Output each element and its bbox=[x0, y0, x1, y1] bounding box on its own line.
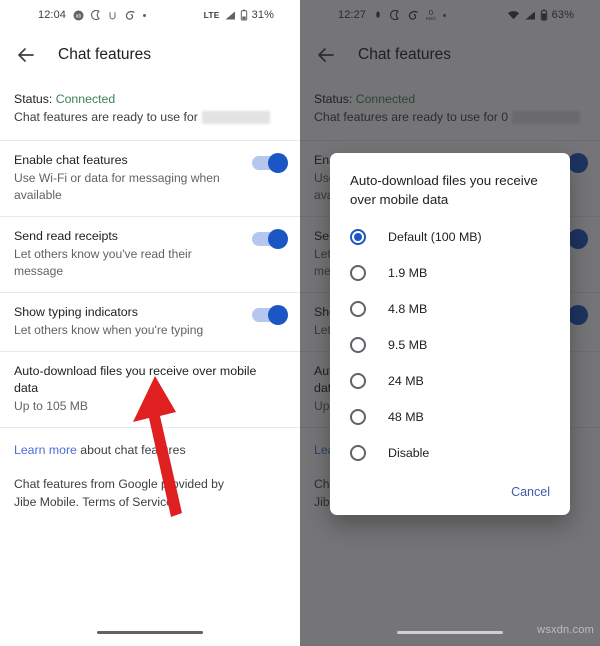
option-label: 24 MB bbox=[388, 374, 424, 388]
dialog-title: Auto-download files you receive over mob… bbox=[350, 173, 538, 207]
option-label: 48 MB bbox=[388, 410, 424, 424]
status-ready-line: Chat features are ready to use for bbox=[14, 108, 286, 126]
status-label: Status: bbox=[14, 92, 53, 106]
left-status-bar: 12:04 ab LTE 31% bbox=[0, 0, 300, 30]
option-label: 4.8 MB bbox=[388, 302, 428, 316]
learn-more-rest: about chat features bbox=[76, 443, 186, 457]
setting-row-auto-download[interactable]: Auto-download files you receive over mob… bbox=[0, 352, 300, 427]
row-text-group: Send read receipts Let others know you'v… bbox=[14, 228, 252, 280]
home-gesture-pill[interactable] bbox=[397, 630, 503, 634]
row-title: Auto-download files you receive over mob… bbox=[14, 364, 257, 395]
screenshot-root: 12:04 ab LTE 31% Chat features Status: C… bbox=[0, 0, 600, 646]
row-subtitle: Up to 105 MB bbox=[14, 399, 88, 413]
dialog-actions: Cancel bbox=[330, 471, 570, 509]
option-label: Default (100 MB) bbox=[388, 230, 482, 244]
signal-bars-icon bbox=[224, 10, 236, 21]
u-letter-icon bbox=[108, 10, 117, 21]
row-title: Show typing indicators bbox=[14, 305, 138, 319]
redacted-phone-number bbox=[201, 110, 270, 124]
status-bar-right-group: LTE 31% bbox=[204, 9, 288, 21]
radio-option-4-8mb[interactable]: 4.8 MB bbox=[330, 291, 570, 327]
radio-option-disable[interactable]: Disable bbox=[330, 435, 570, 471]
connection-status-block: Status: Connected Chat features are read… bbox=[0, 80, 300, 140]
row-text-group: Enable chat features Use Wi-Fi or data f… bbox=[14, 152, 252, 204]
radio-option-9-5mb[interactable]: 9.5 MB bbox=[330, 327, 570, 363]
radio-option-default-100mb[interactable]: Default (100 MB) bbox=[330, 219, 570, 255]
left-phone-panel: 12:04 ab LTE 31% Chat features Status: C… bbox=[0, 0, 300, 646]
status-line: Status: Connected bbox=[14, 90, 286, 108]
option-label: 9.5 MB bbox=[388, 338, 428, 352]
auto-download-dialog: Auto-download files you receive over mob… bbox=[330, 153, 570, 515]
record-icon: ab bbox=[73, 10, 84, 21]
radio-unselected-icon[interactable] bbox=[350, 265, 366, 281]
cancel-button[interactable]: Cancel bbox=[509, 481, 552, 503]
radio-selected-icon[interactable] bbox=[350, 229, 366, 245]
row-text-group: Auto-download files you receive over mob… bbox=[14, 363, 286, 415]
svg-text:ab: ab bbox=[76, 13, 82, 19]
toggle-enable-chat-features[interactable] bbox=[252, 153, 288, 173]
setting-row-send-read-receipts[interactable]: Send read receipts Let others know you'v… bbox=[0, 217, 300, 292]
page-title: Chat features bbox=[58, 46, 152, 63]
toggle-send-read-receipts[interactable] bbox=[252, 229, 288, 249]
row-text-group: Show typing indicators Let others know w… bbox=[14, 304, 252, 339]
left-app-bar: Chat features bbox=[0, 30, 300, 80]
radio-unselected-icon[interactable] bbox=[350, 301, 366, 317]
network-type-label: LTE bbox=[203, 10, 220, 20]
radio-option-24mb[interactable]: 24 MB bbox=[330, 363, 570, 399]
more-dot-icon bbox=[143, 13, 147, 17]
row-subtitle: Let others know you've read their messag… bbox=[14, 247, 192, 278]
status-ready-text: Chat features are ready to use for bbox=[14, 110, 198, 124]
radio-unselected-icon[interactable] bbox=[350, 445, 366, 461]
row-title: Send read receipts bbox=[14, 229, 119, 243]
battery-percent-label: 31% bbox=[251, 9, 274, 21]
status-bar-clock: 12:04 bbox=[38, 9, 67, 21]
learn-more-line: Learn more about chat features bbox=[0, 428, 300, 463]
row-subtitle: Let others know when you're typing bbox=[14, 323, 204, 337]
learn-more-link[interactable]: Learn more bbox=[14, 443, 77, 457]
left-nav-bar bbox=[0, 618, 300, 646]
watermark: wsxdn.com bbox=[537, 624, 594, 636]
status-bar-left-group: 12:04 ab bbox=[12, 9, 147, 21]
setting-row-show-typing-indicators[interactable]: Show typing indicators Let others know w… bbox=[0, 293, 300, 351]
option-label: Disable bbox=[388, 446, 430, 460]
radio-unselected-icon[interactable] bbox=[350, 373, 366, 389]
option-label: 1.9 MB bbox=[388, 266, 428, 280]
home-gesture-pill[interactable] bbox=[97, 630, 203, 634]
battery-icon bbox=[240, 9, 248, 21]
radio-option-48mb[interactable]: 48 MB bbox=[330, 399, 570, 435]
row-subtitle: Use Wi-Fi or data for messaging when ava… bbox=[14, 171, 220, 202]
toggle-show-typing-indicators[interactable] bbox=[252, 305, 288, 325]
radio-unselected-icon[interactable] bbox=[350, 409, 366, 425]
status-value: Connected bbox=[55, 92, 116, 106]
do-not-disturb-icon bbox=[91, 9, 101, 21]
radio-option-1-9mb[interactable]: 1.9 MB bbox=[330, 255, 570, 291]
right-phone-panel: 12:27 0 KB/s bbox=[300, 0, 600, 646]
radio-unselected-icon[interactable] bbox=[350, 337, 366, 353]
back-arrow-icon[interactable] bbox=[14, 43, 38, 67]
vibrate-icon bbox=[124, 10, 136, 21]
setting-row-enable-chat-features[interactable]: Enable chat features Use Wi-Fi or data f… bbox=[0, 141, 300, 216]
footer-note: Chat features from Google provided by Ji… bbox=[14, 477, 225, 509]
row-title: Enable chat features bbox=[14, 153, 128, 167]
